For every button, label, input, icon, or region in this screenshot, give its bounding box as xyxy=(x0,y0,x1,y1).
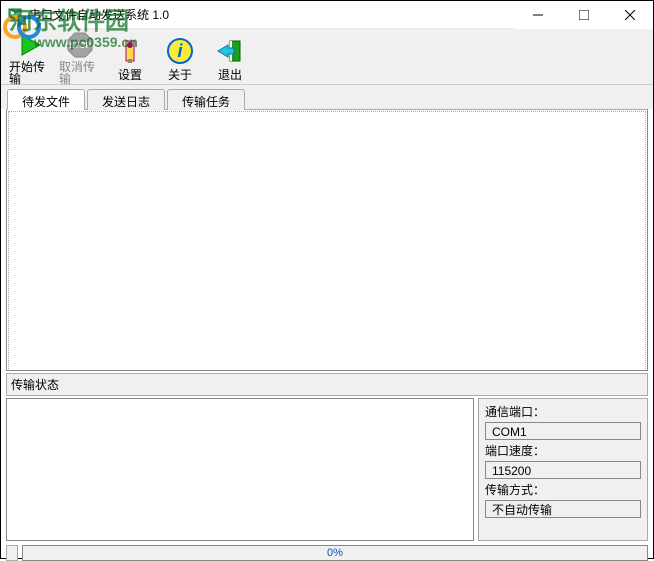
tab-tasks-label: 传输任务 xyxy=(182,95,230,109)
tab-strip: 待发文件 发送日志 传输任务 xyxy=(1,85,653,109)
exit-icon xyxy=(214,35,246,67)
minimize-button[interactable] xyxy=(515,1,561,29)
tab-log-label: 发送日志 xyxy=(102,95,150,109)
file-list-inner xyxy=(8,111,646,371)
play-icon xyxy=(14,31,46,59)
mode-label: 传输方式： xyxy=(485,481,641,498)
wrench-icon xyxy=(114,35,146,67)
cancel-transfer-button: STOP 取消传输 xyxy=(55,31,105,84)
close-icon xyxy=(625,10,635,20)
speed-value: 115200 xyxy=(485,461,641,479)
minimize-icon xyxy=(533,10,543,20)
app-icon xyxy=(7,7,23,23)
progress-percent: 0% xyxy=(327,547,343,559)
status-section: 传输状态 通信端口： COM1 端口速度： 115200 传输方式： 不自动传输 xyxy=(6,373,648,541)
status-header: 传输状态 xyxy=(6,373,648,396)
speed-label: 端口速度： xyxy=(485,442,641,459)
status-header-label: 传输状态 xyxy=(11,378,59,392)
settings-label: 设置 xyxy=(118,69,142,81)
mode-value: 不自动传输 xyxy=(485,500,641,518)
tab-send-log[interactable]: 发送日志 xyxy=(87,89,165,110)
tab-pending-files[interactable]: 待发文件 xyxy=(7,89,85,110)
tab-transfer-tasks[interactable]: 传输任务 xyxy=(167,89,245,110)
about-label: 关于 xyxy=(168,69,192,81)
port-label: 通信端口： xyxy=(485,403,641,420)
start-label: 开始传输 xyxy=(9,61,51,85)
stop-icon: STOP xyxy=(64,31,96,59)
maximize-icon xyxy=(579,10,589,20)
status-log-area[interactable] xyxy=(6,398,474,541)
status-panel: 通信端口： COM1 端口速度： 115200 传输方式： 不自动传输 xyxy=(478,398,648,541)
exit-button[interactable]: 退出 xyxy=(205,31,255,84)
svg-text:STOP: STOP xyxy=(69,41,91,50)
file-list-area[interactable] xyxy=(6,109,648,371)
about-button[interactable]: i 关于 xyxy=(155,31,205,84)
info-icon: i xyxy=(164,35,196,67)
tab-pending-label: 待发文件 xyxy=(22,95,70,109)
settings-button[interactable]: 设置 xyxy=(105,31,155,84)
maximize-button[interactable] xyxy=(561,1,607,29)
start-transfer-button[interactable]: 开始传输 xyxy=(5,31,55,84)
exit-label: 退出 xyxy=(218,69,242,81)
toolbar: 开始传输 STOP 取消传输 设置 i 关于 退出 xyxy=(1,29,653,85)
title-bar: 串口文件自动发送系统 1.0 xyxy=(1,1,653,29)
cancel-label: 取消传输 xyxy=(59,61,101,85)
close-button[interactable] xyxy=(607,1,653,29)
window-title: 串口文件自动发送系统 1.0 xyxy=(29,6,169,23)
port-value: COM1 xyxy=(485,422,641,440)
